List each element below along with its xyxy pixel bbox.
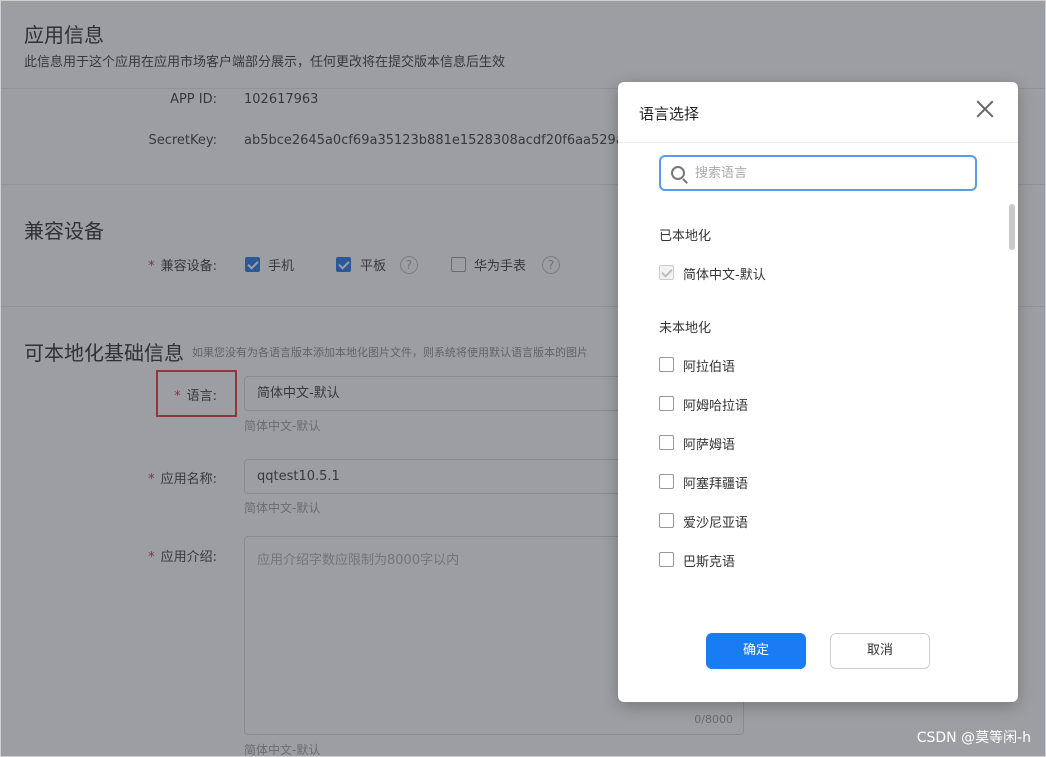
checkbox-icon <box>659 396 674 411</box>
list-item-label: 简体中文-默认 <box>683 268 766 283</box>
checkbox-icon <box>659 513 674 528</box>
close-icon[interactable] <box>974 98 996 120</box>
watermark: CSDN @莫等闲-h <box>916 730 1031 746</box>
list-item-label: 阿萨姆语 <box>683 438 736 453</box>
dialog-title: 语言选择 <box>639 105 700 123</box>
dialog-divider <box>618 142 1018 143</box>
language-dialog: 语言选择 已本地化 简体中文-默认 未本地化 阿拉伯语 阿姆哈拉语 <box>618 82 1018 702</box>
app-info-page: 应用信息 此信息用于这个应用在应用市场客户端部分展示，任何更改将在提交版本信息后… <box>0 0 1046 757</box>
list-item-label: 爱沙尼亚语 <box>683 516 749 531</box>
checkbox-icon <box>659 435 674 450</box>
checkbox-icon <box>659 474 674 489</box>
list-item-label: 阿塞拜疆语 <box>683 477 749 492</box>
cancel-button[interactable]: 取消 <box>830 633 930 669</box>
language-search-input[interactable] <box>695 163 965 183</box>
list-item-label: 阿姆哈拉语 <box>683 399 749 414</box>
search-icon <box>671 166 685 180</box>
list-scrollbar[interactable] <box>1008 202 1016 594</box>
checkbox-icon <box>659 552 674 567</box>
list-item-label: 巴斯克语 <box>683 555 736 570</box>
unlocalized-group-title: 未本地化 <box>659 321 712 336</box>
language-list: 已本地化 简体中文-默认 未本地化 阿拉伯语 阿姆哈拉语 阿萨姆语 阿塞拜疆语 <box>618 202 1018 594</box>
checkbox-icon <box>659 265 674 280</box>
scrollbar-thumb[interactable] <box>1009 204 1015 250</box>
localized-group-title: 已本地化 <box>659 229 712 244</box>
language-search <box>659 155 977 191</box>
confirm-button[interactable]: 确定 <box>706 633 806 669</box>
list-item-label: 阿拉伯语 <box>683 360 736 375</box>
checkbox-icon <box>659 357 674 372</box>
